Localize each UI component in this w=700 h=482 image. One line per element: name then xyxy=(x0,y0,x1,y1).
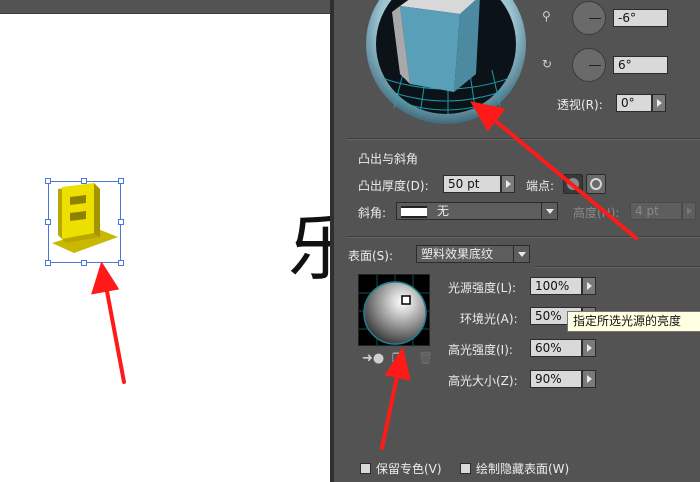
surface-label: 表面(S): xyxy=(348,249,394,263)
highlight-intensity-stepper[interactable] xyxy=(582,339,596,357)
bevel-value: 无 xyxy=(437,204,450,218)
move-light-back-icon[interactable]: ➜● xyxy=(362,352,384,365)
divider xyxy=(348,236,700,237)
bevel-preview-icon xyxy=(401,205,427,218)
axis-y-icon: ⚲ xyxy=(542,9,551,23)
surface-value: 塑料效果底纹 xyxy=(421,247,494,261)
light-intensity-label: 光源强度(L): xyxy=(448,281,517,295)
resize-handle[interactable] xyxy=(81,260,87,266)
axis-z-icon: ↻ xyxy=(542,57,553,71)
ambient-light-label: 环境光(A): xyxy=(460,312,518,326)
divider xyxy=(348,138,700,139)
draw-hidden-checkbox[interactable] xyxy=(460,463,471,474)
extrude-bevel-section-title: 凸出与斜角 xyxy=(358,152,419,166)
vertical-rotation-dial[interactable] xyxy=(572,1,606,35)
lighting-sphere xyxy=(359,275,431,347)
highlight-intensity-label: 高光强度(I): xyxy=(448,343,513,357)
extrude-depth-field[interactable]: 50 pt xyxy=(443,175,501,193)
selection-bounding-box xyxy=(48,181,121,263)
perspective-stepper[interactable] xyxy=(652,94,666,112)
lighting-preview[interactable] xyxy=(358,274,431,347)
highlight-size-field[interactable]: 90% xyxy=(530,370,582,388)
perspective-field[interactable]: 0° xyxy=(616,94,652,112)
resize-handle[interactable] xyxy=(118,178,124,184)
resize-handle[interactable] xyxy=(45,219,51,225)
highlight-size-label: 高光大小(Z): xyxy=(448,374,518,388)
cap-on-button[interactable] xyxy=(563,174,583,194)
cap-off-icon xyxy=(590,178,602,190)
cap-off-button[interactable] xyxy=(586,174,606,194)
height-label: 高度(H): xyxy=(573,206,620,220)
resize-handle[interactable] xyxy=(118,219,124,225)
height-stepper[interactable] xyxy=(682,202,696,220)
horizontal-angle-field[interactable]: 6° xyxy=(613,56,668,74)
highlight-intensity-field[interactable]: 60% xyxy=(530,339,582,357)
light-intensity-stepper[interactable] xyxy=(582,277,596,295)
highlight-size-stepper[interactable] xyxy=(582,370,596,388)
resize-handle[interactable] xyxy=(118,260,124,266)
preserve-spot-label: 保留专色(V) xyxy=(376,462,442,476)
resize-handle[interactable] xyxy=(45,260,51,266)
vertical-angle-field[interactable]: -6° xyxy=(613,9,668,27)
canvas-area[interactable]: 乐 xyxy=(0,0,360,482)
resize-handle[interactable] xyxy=(45,178,51,184)
surface-dropdown[interactable]: 塑料效果底纹 xyxy=(416,245,530,263)
selected-3d-object[interactable] xyxy=(45,178,124,266)
canvas-ruler-strip xyxy=(0,0,330,14)
bevel-label: 斜角: xyxy=(358,206,387,220)
perspective-label: 透视(R): xyxy=(557,98,603,112)
preserve-spot-checkbox[interactable] xyxy=(360,463,371,474)
extrude-depth-label: 凸出厚度(D): xyxy=(358,179,429,193)
height-field[interactable]: 4 pt xyxy=(630,202,682,220)
chevron-down-icon xyxy=(513,246,529,262)
draw-hidden-label: 绘制隐藏表面(W) xyxy=(476,462,570,476)
cap-label: 端点: xyxy=(526,179,555,193)
cap-on-icon xyxy=(567,178,579,190)
divider xyxy=(534,266,700,267)
extrude-depth-stepper[interactable] xyxy=(501,175,515,193)
tooltip: 指定所选光源的亮度 xyxy=(567,311,700,332)
resize-handle[interactable] xyxy=(81,178,87,184)
3d-options-panel: ⚲ -6° ↻ 6° 透视(R): 0° 凸出与斜角 凸出厚度(D): 50 p… xyxy=(334,0,700,482)
new-light-icon[interactable]: ❐ xyxy=(392,352,403,364)
delete-light-icon[interactable]: 🗑 xyxy=(418,352,433,364)
horizontal-rotation-dial[interactable] xyxy=(572,48,606,82)
light-intensity-field[interactable]: 100% xyxy=(530,277,582,295)
bevel-dropdown[interactable]: 无 xyxy=(396,202,558,220)
chevron-down-icon xyxy=(541,203,557,219)
rotation-trackball[interactable] xyxy=(364,0,528,124)
